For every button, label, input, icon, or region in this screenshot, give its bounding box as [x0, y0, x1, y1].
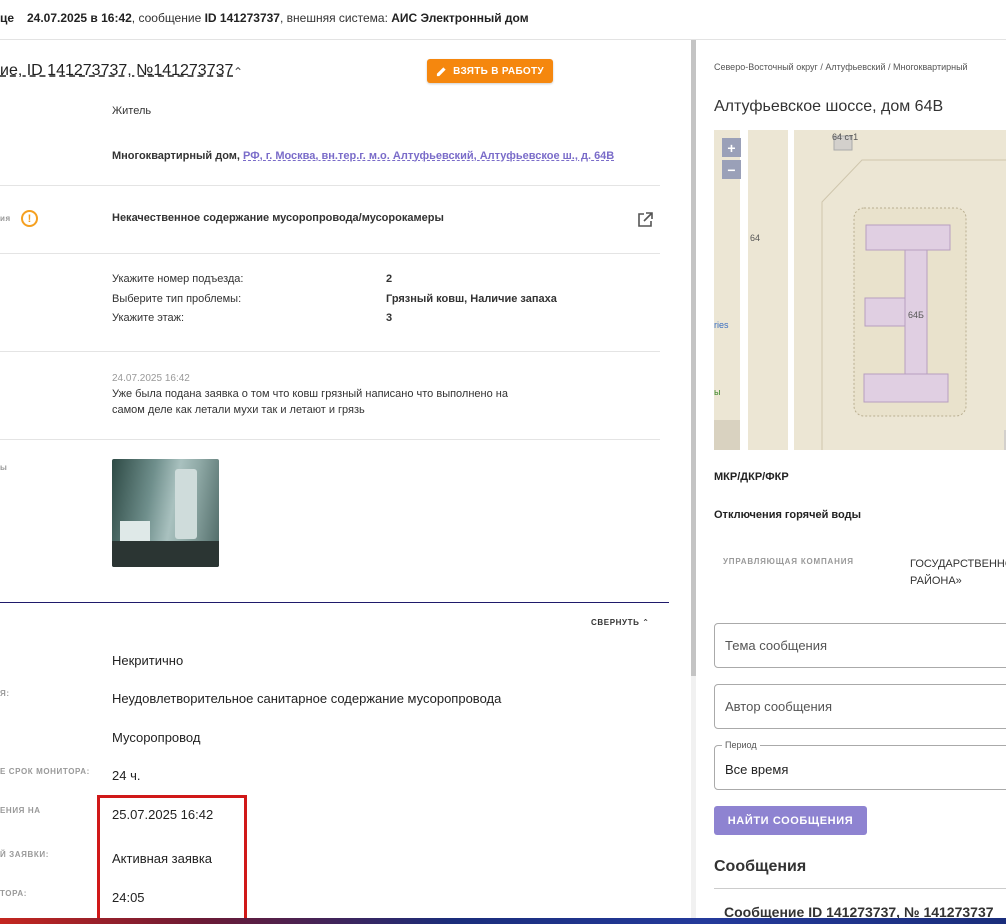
object-address-link[interactable]: РФ, г. Москва, вн.тер.г. м.о. Алтуфьевск…	[243, 150, 614, 162]
period-select[interactable]: Период Все время	[714, 740, 1006, 790]
map-label: 64Б	[908, 310, 924, 320]
find-messages-button[interactable]: НАЙТИ СООБЩЕНИЯ	[714, 806, 867, 835]
param-label: Укажите этаж:	[112, 312, 185, 324]
hot-water-label: Отключения горячей воды	[714, 509, 861, 521]
house-info-pane: Северо-Восточный округ / Алтуфьевский / …	[696, 40, 1006, 924]
author-placeholder: Автор сообщения	[725, 699, 832, 714]
applicant-value: Житель	[112, 105, 152, 117]
detail-value: Мусоропровод	[112, 730, 201, 745]
topbar-date: 24.07.2025 в 16:42	[27, 11, 132, 25]
request-detail-pane: ие, ID 141273737, №141273737 ⌃ ВЗЯТЬ В Р…	[0, 40, 691, 924]
detail-value: 24 ч.	[112, 768, 141, 783]
collapse-label: СВЕРНУТЬ	[591, 618, 640, 627]
chevron-up-icon: ⌃	[642, 618, 650, 627]
photos-label-cut: ы	[0, 463, 8, 472]
management-company-value: ГОСУДАРСТВЕННО РАЙОНА»	[910, 556, 1006, 590]
zoom-out-button[interactable]: −	[722, 160, 741, 179]
param-value: 3	[386, 312, 393, 324]
warning-icon: !	[21, 210, 38, 227]
collapse-button[interactable]: СВЕРНУТЬ ⌃	[591, 618, 650, 627]
zoom-in-button[interactable]: +	[722, 138, 741, 157]
topbar-msg-prefix: , сообщение	[131, 11, 205, 25]
detail-label: Е СРОК МОНИТОРА:	[0, 767, 90, 776]
top-info-bar: це 24.07.2025 в 16:42, сообщение ID 1412…	[0, 0, 1006, 40]
section-divider	[0, 602, 669, 603]
detail-value: Неудовлетворительное санитарное содержан…	[112, 691, 502, 706]
comment-line: Уже была подана заявка о том что ковш гр…	[112, 388, 508, 400]
period-legend: Период	[722, 740, 760, 750]
mkr-label: МКР/ДКР/ФКР	[714, 471, 789, 483]
highlight-box	[97, 795, 247, 924]
object-type: Многоквартирный дом,	[112, 150, 244, 162]
map-label: 64 ст1	[832, 132, 859, 142]
management-company-line: ГОСУДАРСТВЕННО	[910, 558, 1006, 570]
breadcrumb: Северо-Восточный округ / Алтуфьевский / …	[714, 62, 968, 72]
topbar-system-prefix: , внешняя система:	[279, 11, 392, 25]
take-to-work-button[interactable]: ВЗЯТЬ В РАБОТУ	[427, 59, 553, 83]
param-value: Грязный ковш, Наличие запаха	[386, 293, 557, 305]
map-canvas	[714, 130, 1006, 450]
detail-label: ЕНИЯ НА	[0, 806, 41, 815]
divider	[0, 185, 660, 186]
divider	[0, 351, 660, 352]
topbar-msg-id: ID 141273737	[204, 11, 280, 25]
object-value: Многоквартирный дом, РФ, г. Москва, вн.т…	[112, 150, 614, 162]
subject-placeholder: Тема сообщения	[725, 638, 828, 653]
chevron-up-icon[interactable]: ⌃	[233, 65, 243, 79]
divider	[0, 253, 660, 254]
house-address: Алтуфьевское шоссе, дом 64В	[714, 98, 944, 115]
comment-date: 24.07.2025 16:42	[112, 373, 190, 384]
detail-label: Й ЗАЯВКИ:	[0, 850, 49, 859]
param-label: Укажите номер подъезда:	[112, 273, 244, 285]
param-label: Выберите тип проблемы:	[112, 293, 242, 305]
taskbar-strip	[0, 918, 1006, 924]
management-company-label: УПРАВЛЯЮЩАЯ КОМПАНИЯ	[723, 557, 854, 566]
comment-line: самом деле как летали мухи так и летают …	[112, 404, 365, 416]
management-company-line: РАЙОНА»	[910, 575, 962, 587]
category-label-cut: ия	[0, 214, 11, 223]
subject-field[interactable]: Тема сообщения	[714, 623, 1006, 668]
topbar-cut-label: це	[0, 11, 15, 25]
open-external-icon[interactable]	[636, 211, 654, 229]
pencil-icon	[436, 66, 446, 76]
author-field[interactable]: Автор сообщения	[714, 684, 1006, 729]
attached-photo[interactable]	[112, 459, 219, 567]
divider	[714, 888, 1006, 889]
messages-heading: Сообщения	[714, 858, 807, 875]
detail-value: Некритично	[112, 653, 184, 668]
map-label: ы	[714, 387, 721, 397]
request-title[interactable]: ие, ID 141273737, №141273737	[0, 62, 233, 80]
map-label: 64	[750, 233, 761, 243]
period-value: Все время	[725, 762, 789, 777]
take-to-work-label: ВЗЯТЬ В РАБОТУ	[453, 65, 544, 77]
map-label: ries	[714, 320, 729, 330]
param-value: 2	[386, 273, 393, 285]
divider	[0, 439, 660, 440]
topbar-system: АИС Электронный дом	[391, 11, 529, 25]
topbar-info: 24.07.2025 в 16:42, сообщение ID 1412737…	[27, 11, 529, 25]
detail-label: Я:	[0, 689, 10, 698]
category-value: Некачественное содержание мусоропровода/…	[112, 212, 444, 224]
detail-label: ТОРА:	[0, 889, 27, 898]
map[interactable]: + − 64 ст1 64 64Б ries ы 62	[714, 130, 1006, 450]
